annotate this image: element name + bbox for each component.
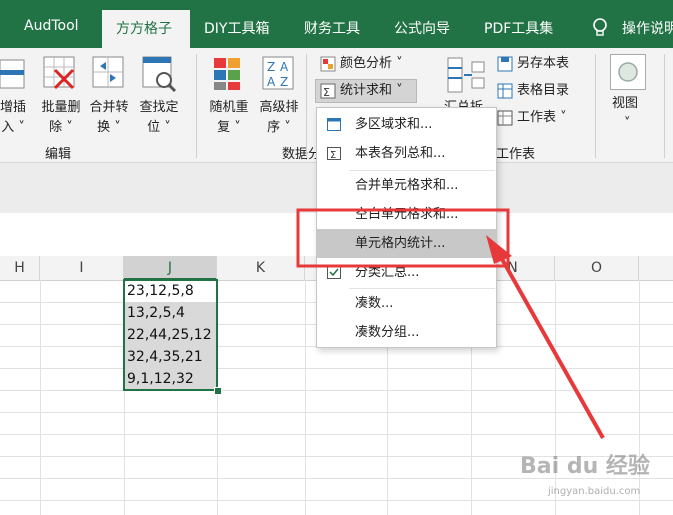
annotation-overlay <box>296 208 605 439</box>
watermark-url: jingyan.baidu.com <box>548 486 641 497</box>
annotation-arrow-shaft <box>496 251 605 439</box>
watermark-brand: Bai du 经验 <box>520 454 650 479</box>
highlight-box <box>296 208 510 268</box>
